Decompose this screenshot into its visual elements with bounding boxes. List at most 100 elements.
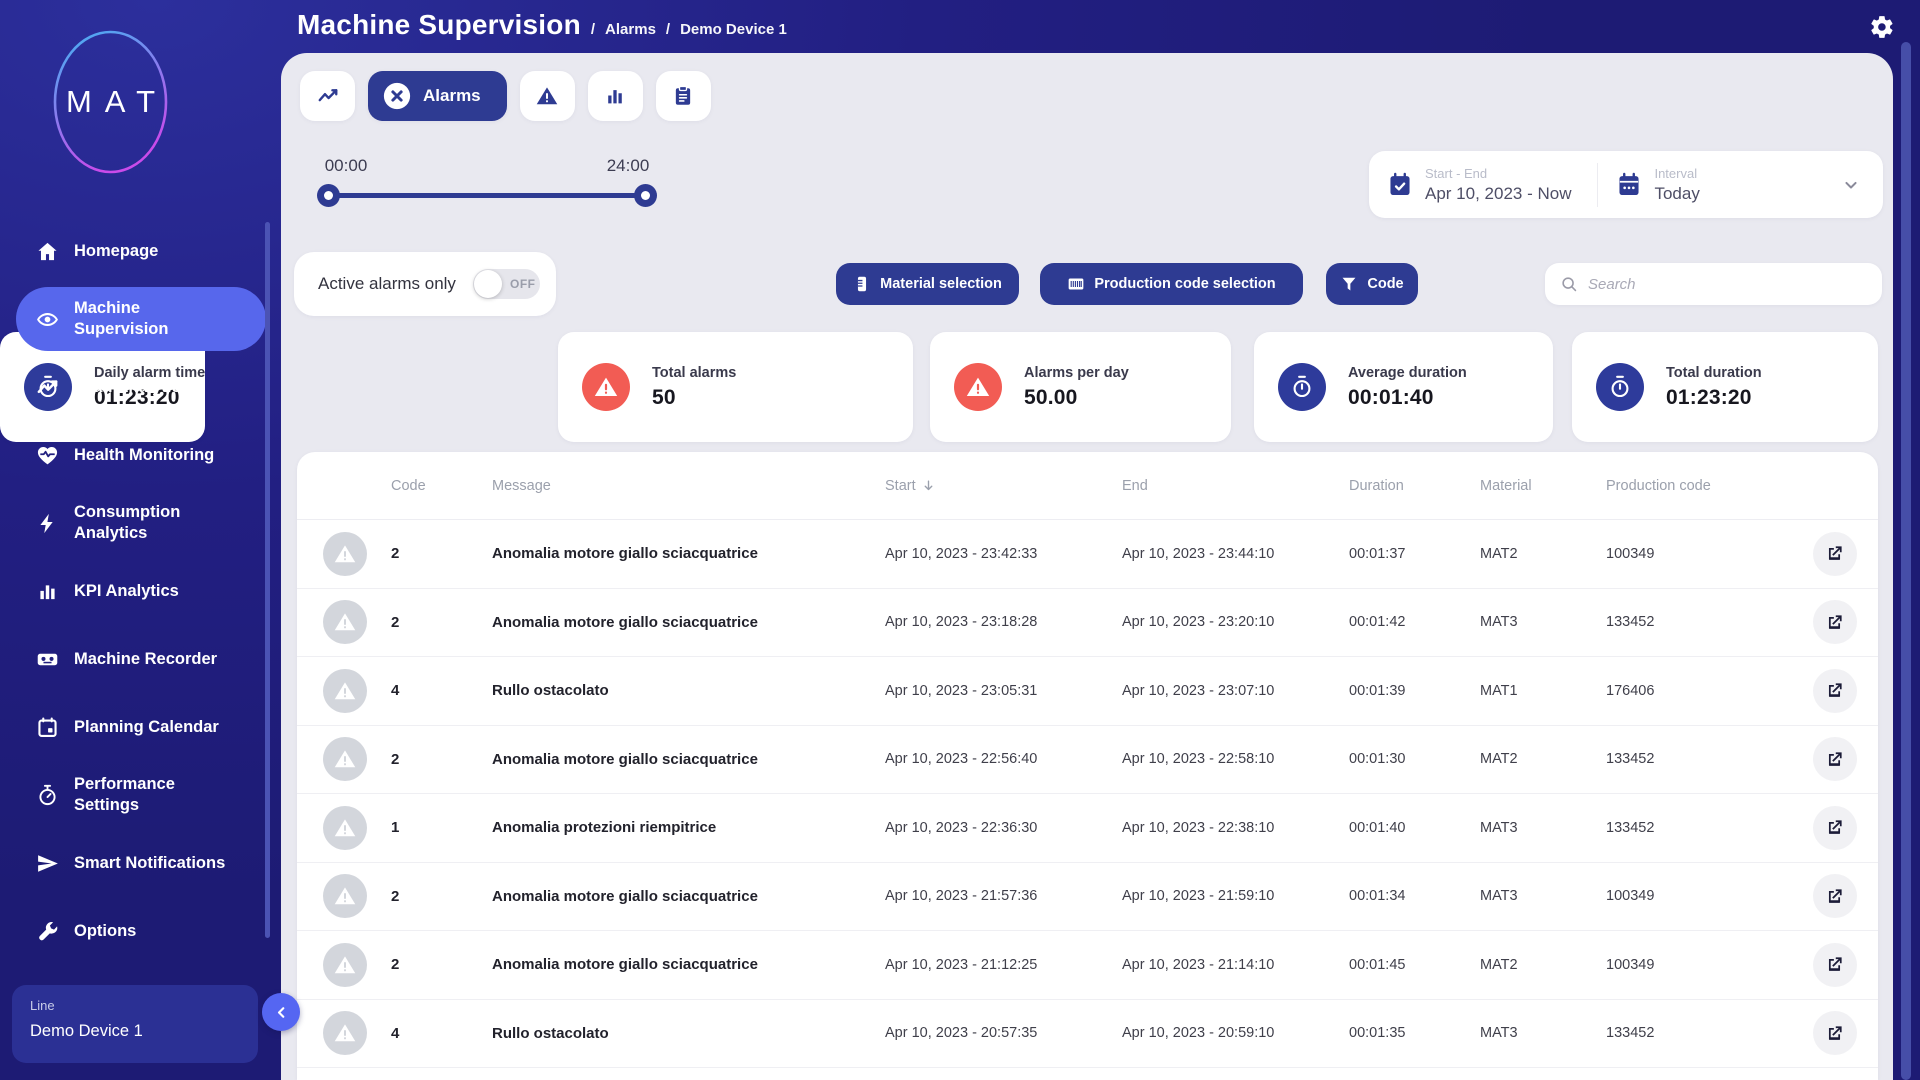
table-row[interactable]: 1 Anomalia protezioni riempitrice Apr 10… <box>297 794 1878 863</box>
sidebar-item[interactable]: Smart Notifications <box>16 831 266 895</box>
cell-end: Apr 10, 2023 - 22:58:10 <box>1122 751 1275 768</box>
active-alarms-filter: Active alarms only OFF <box>294 252 556 316</box>
table-row[interactable]: 2 Anomalia motore giallo sciacquatrice A… <box>297 589 1878 657</box>
open-alarm-button[interactable] <box>1812 874 1857 919</box>
table-row[interactable]: 4 Rullo ostacolato Apr 10, 2023 - 20:57:… <box>297 1000 1878 1068</box>
header-end[interactable]: End <box>1105 478 1332 494</box>
code-filter-button[interactable]: Code <box>1326 263 1418 305</box>
open-alarm-button[interactable] <box>1812 668 1857 713</box>
sidebar-item-label: Planning Calendar <box>74 717 219 736</box>
table-header: Code Message Start End Duration Material… <box>297 452 1878 520</box>
cell-material: MAT3 <box>1480 888 1518 905</box>
active-alarms-toggle[interactable]: OFF <box>473 269 540 299</box>
stat-value: 50.00 <box>1024 385 1078 409</box>
open-alarm-button[interactable] <box>1812 1011 1857 1056</box>
search-input[interactable] <box>1588 275 1848 293</box>
stat-value: 00:01:40 <box>1348 385 1434 409</box>
chevron-left-icon <box>273 1004 290 1021</box>
sidebar-item[interactable]: Consumption Analytics <box>16 491 266 555</box>
cell-end: Apr 10, 2023 - 21:59:10 <box>1122 888 1275 905</box>
interval-value: Today <box>1654 183 1700 203</box>
open-alarm-button[interactable] <box>1812 600 1857 645</box>
sidebar-collapse-button[interactable] <box>262 993 300 1031</box>
calendar-check-icon <box>1387 172 1413 198</box>
header-duration[interactable]: Duration <box>1332 478 1463 494</box>
breadcrumb-device[interactable]: Demo Device 1 <box>680 21 787 38</box>
sidebar-item[interactable]: Options <box>16 899 266 963</box>
cell-material: MAT3 <box>1480 1025 1518 1042</box>
settings-gear-icon[interactable] <box>1869 14 1895 40</box>
table-row[interactable]: 4 Rullo ostacolato Apr 10, 2023 - 23:05:… <box>297 657 1878 726</box>
cell-start: Apr 10, 2023 - 22:36:30 <box>885 819 1038 836</box>
cell-message: Anomalia protezioni riempitrice <box>492 819 717 837</box>
table-row[interactable]: 2 Anomalia motore giallo sciacquatrice A… <box>297 931 1878 1000</box>
open-alarm-button[interactable] <box>1812 531 1857 576</box>
sidebar-item[interactable]: Lean Analytics <box>16 355 266 419</box>
stat-icon <box>1278 363 1326 411</box>
tab-report[interactable] <box>655 71 711 121</box>
chevron-down-icon[interactable] <box>1841 175 1861 195</box>
sidebar-item-label: Performance Settings <box>74 775 175 814</box>
stat-icon <box>954 363 1002 411</box>
active-alarms-label: Active alarms only <box>318 274 456 293</box>
breadcrumb-alarms[interactable]: Alarms <box>605 21 656 38</box>
table-row[interactable]: 2 Anomalia motore giallo sciacquatrice A… <box>297 863 1878 931</box>
sidebar-item[interactable]: Machine Supervision <box>16 287 266 351</box>
stat-label: Total alarms <box>652 364 737 381</box>
tab-trends[interactable] <box>300 71 355 121</box>
sidebar-scrollbar[interactable] <box>265 222 270 938</box>
calendar-range-icon <box>1616 172 1642 198</box>
cell-code: 2 <box>391 956 400 974</box>
cell-code: 2 <box>391 545 400 563</box>
table-row[interactable]: 2 Anomalia motore giallo sciacquatrice A… <box>297 726 1878 794</box>
interval-picker[interactable]: Interval Today <box>1598 166 1700 204</box>
cell-start: Apr 10, 2023 - 22:56:40 <box>885 751 1038 768</box>
stat-label: Total duration <box>1666 364 1762 381</box>
x-circle-icon <box>382 81 412 111</box>
table-row[interactable]: 2 Anomalia motore giallo sciacquatrice A… <box>297 520 1878 589</box>
code-filter-label: Code <box>1367 276 1404 292</box>
sidebar: MAT Homepage Machine Supervision Lean An… <box>0 0 300 1080</box>
header-code[interactable]: Code <box>367 478 475 494</box>
page-scrollbar[interactable] <box>1901 42 1911 1080</box>
sidebar-item[interactable]: Health Monitoring <box>16 423 266 487</box>
clipboard-icon <box>672 85 694 107</box>
sidebar-item[interactable]: Homepage <box>16 219 266 283</box>
cell-material: MAT3 <box>1480 614 1518 631</box>
sidebar-item[interactable]: Planning Calendar <box>16 695 266 759</box>
cell-end: Apr 10, 2023 - 23:20:10 <box>1122 614 1275 631</box>
header-start[interactable]: Start <box>868 478 1105 494</box>
header-production-code[interactable]: Production code <box>1589 478 1791 494</box>
material-selection-button[interactable]: Material selection <box>836 263 1019 305</box>
header-message[interactable]: Message <box>475 478 868 494</box>
alarm-warning-icon <box>323 531 367 576</box>
cell-duration: 00:01:42 <box>1349 614 1406 631</box>
sidebar-item[interactable]: Performance Settings <box>16 763 266 827</box>
time-slider-handle-start[interactable] <box>317 184 340 207</box>
time-slider-track[interactable] <box>328 193 645 198</box>
time-slider-handle-end[interactable] <box>634 184 657 207</box>
start-end-picker[interactable]: Start - End Apr 10, 2023 - Now <box>1369 166 1571 204</box>
cell-end: Apr 10, 2023 - 23:44:10 <box>1122 545 1275 562</box>
sidebar-item[interactable]: Machine Recorder <box>16 627 266 691</box>
alarm-warning-icon <box>323 942 367 987</box>
sidebar-item[interactable]: KPI Analytics <box>16 559 266 623</box>
open-alarm-button[interactable] <box>1812 737 1857 782</box>
stat-value: 01:23:20 <box>1666 385 1752 409</box>
tab-warnings[interactable] <box>519 71 575 121</box>
cell-production-code: 100349 <box>1606 888 1655 905</box>
open-alarm-button[interactable] <box>1812 805 1857 850</box>
header-material[interactable]: Material <box>1463 478 1589 494</box>
open-in-new-icon <box>1825 544 1844 563</box>
open-alarm-button[interactable] <box>1812 942 1857 987</box>
production-code-selection-button[interactable]: Production code selection <box>1040 263 1303 305</box>
tab-alarms[interactable]: Alarms <box>368 71 507 121</box>
stat-label: Alarms per day <box>1024 364 1129 381</box>
bar-chart-icon <box>604 85 626 107</box>
cell-code: 2 <box>391 887 400 905</box>
cell-message: Rullo ostacolato <box>492 682 609 700</box>
tab-statistics[interactable] <box>587 71 643 121</box>
stat-icon-glyph <box>966 375 990 399</box>
sidebar-item-label: Options <box>74 921 137 940</box>
stat-icon <box>1596 363 1644 411</box>
